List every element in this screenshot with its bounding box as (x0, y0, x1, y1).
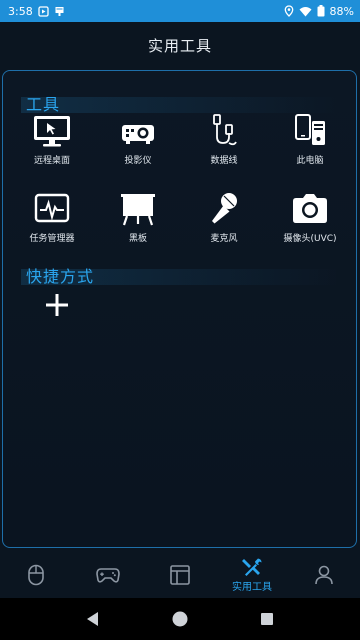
tool-label: 麦克风 (210, 234, 238, 244)
gamepad-icon (96, 568, 120, 583)
tool-data-cable[interactable]: 数据线 (181, 111, 267, 189)
tools-grid: 远程桌面 投影仪 数据线 此电脑 任务管理器 黑板 麦克风 摄像头(UVC) (9, 111, 353, 267)
tool-task-manager[interactable]: 任务管理器 (9, 189, 95, 267)
tool-label: 摄像头(UVC) (283, 234, 337, 244)
back-triangle-icon (87, 612, 99, 626)
tool-label: 任务管理器 (29, 234, 75, 244)
tool-microphone[interactable]: 麦克风 (181, 189, 267, 267)
nav-tools-label: 实用工具 (232, 582, 272, 593)
status-left: 3:58 (8, 5, 65, 18)
blackboard-icon (116, 189, 160, 229)
status-bar: 3:58 88% (0, 0, 360, 22)
tool-this-pc[interactable]: 此电脑 (267, 111, 353, 189)
system-nav-bar (0, 598, 360, 640)
nav-layout[interactable] (144, 552, 216, 598)
nav-mouse[interactable] (0, 552, 72, 598)
status-right: 88% (284, 5, 354, 18)
tool-camera[interactable]: 摄像头(UVC) (267, 189, 353, 267)
camera-icon (288, 189, 332, 229)
bottom-nav: 实用工具 (0, 552, 360, 598)
tool-remote-desktop[interactable]: 远程桌面 (9, 111, 95, 189)
home-button[interactable] (166, 605, 194, 633)
data-cable-icon (202, 111, 246, 151)
battery-percent: 88% (329, 4, 354, 18)
plus-icon (46, 294, 68, 316)
recents-square-icon (260, 613, 273, 625)
tools-panel: 工具 远程桌面 投影仪 数据线 此电脑 任务管理器 黑板 麦克风 摄像头(UVC… (2, 70, 357, 548)
remote-desktop-icon (30, 111, 74, 151)
status-time: 3:58 (8, 4, 33, 18)
tool-label: 数据线 (210, 156, 238, 166)
nav-tools[interactable]: 实用工具 (216, 552, 288, 598)
back-button[interactable] (79, 605, 107, 633)
add-shortcut-button[interactable] (43, 291, 71, 319)
task-manager-icon (30, 189, 74, 229)
battery-icon (317, 5, 325, 17)
page-title: 实用工具 (147, 36, 212, 55)
profile-icon (315, 565, 333, 585)
nav-profile[interactable] (288, 552, 360, 598)
nav-gamepad[interactable] (72, 552, 144, 598)
mouse-icon (28, 564, 44, 586)
location-icon (284, 5, 294, 17)
tools-icon (242, 558, 262, 576)
google-play-store-icon (38, 5, 49, 17)
tool-label: 投影仪 (124, 156, 152, 166)
notification-icon (54, 6, 65, 17)
this-pc-icon (288, 111, 332, 151)
wifi-icon (299, 6, 312, 17)
tool-projector[interactable]: 投影仪 (95, 111, 181, 189)
recents-button[interactable] (253, 605, 281, 633)
projector-icon (116, 111, 160, 151)
layout-icon (170, 565, 190, 585)
home-circle-icon (172, 611, 188, 627)
tool-blackboard[interactable]: 黑板 (95, 189, 181, 267)
tool-label: 黑板 (128, 234, 147, 244)
shortcut-section-title: 快捷方式 (26, 267, 95, 286)
tool-label: 远程桌面 (33, 156, 70, 166)
tool-label: 此电脑 (296, 156, 324, 166)
microphone-icon (202, 189, 246, 229)
